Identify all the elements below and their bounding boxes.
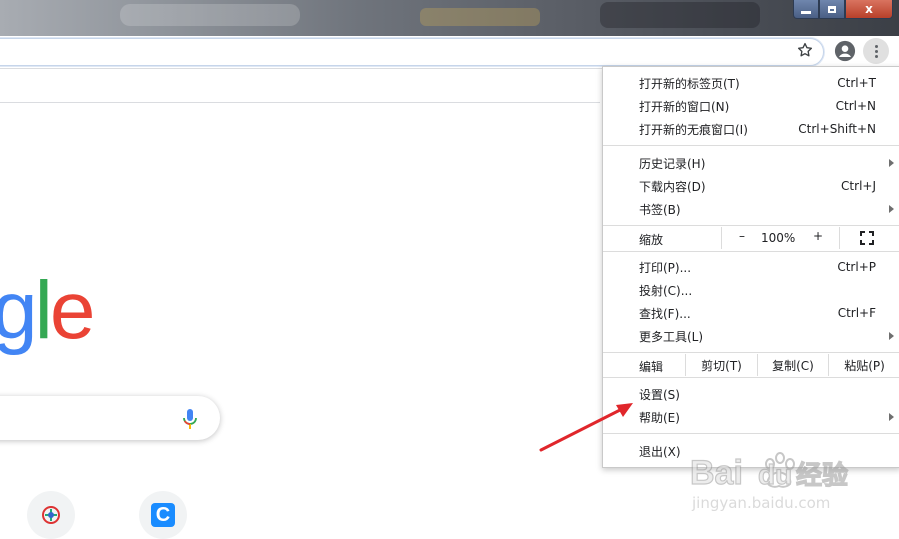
bookmark-bar-divider (0, 102, 600, 103)
kebab-dot (874, 49, 878, 53)
menu-edit-row: 编辑 剪切(T) 复制(C) 粘贴(P) (603, 354, 899, 376)
edit-label: 编辑 (639, 360, 664, 374)
zoom-level: 100% (761, 231, 796, 245)
menu-item-label: 更多工具(L) (639, 329, 704, 344)
wallpaper-blur (600, 2, 760, 28)
menu-item-shortcut: Ctrl+P (837, 260, 876, 274)
menu-item-print[interactable]: 打印(P)... Ctrl+P (603, 256, 899, 278)
menu-item-label: 投射(C)... (639, 283, 693, 298)
menu-item-shortcut: Ctrl+F (837, 306, 876, 320)
chevron-right-icon (889, 332, 894, 340)
zoom-label: 缩放 (639, 233, 664, 247)
menu-zoom-row: 缩放 – 100% + (603, 227, 899, 249)
logo-letter-g: g (0, 265, 38, 356)
menu-item-find[interactable]: 查找(F)... Ctrl+F (603, 302, 899, 324)
shortcut-tile[interactable]: C (139, 491, 187, 539)
menu-separator (603, 251, 899, 252)
menu-separator (603, 433, 899, 434)
menu-item-shortcut: Ctrl+N (835, 99, 876, 113)
menu-item-more-tools[interactable]: 更多工具(L) (603, 325, 899, 347)
menu-item-new-window[interactable]: 打开新的窗口(N) Ctrl+N (603, 95, 899, 117)
close-button[interactable]: x (845, 0, 893, 19)
menu-item-history[interactable]: 历史记录(H) (603, 152, 899, 174)
menu-item-label: 下载内容(D) (639, 179, 706, 194)
menu-separator (603, 377, 899, 378)
menu-item-new-incognito[interactable]: 打开新的无痕窗口(I) Ctrl+Shift+N (603, 118, 899, 140)
menu-item-label: 查找(F)... (639, 306, 691, 321)
annotation-arrow (539, 403, 633, 452)
chrome-menu-button[interactable] (863, 38, 889, 64)
chevron-right-icon (889, 159, 894, 167)
logo-letter-e: e (49, 265, 96, 356)
copy-label: 复制(C) (772, 358, 814, 373)
cut-label: 剪切(T) (701, 358, 742, 373)
site-favicon-icon: C (151, 503, 175, 527)
menu-item-cast[interactable]: 投射(C)... (603, 279, 899, 301)
minimize-button[interactable] (793, 0, 819, 19)
paste-button[interactable]: 粘贴(P) (828, 354, 899, 376)
browser-toolbar (0, 36, 899, 69)
chevron-right-icon (889, 205, 894, 213)
menu-item-shortcut: Ctrl+T (837, 76, 876, 90)
menu-item-label: 退出(X) (639, 444, 681, 459)
close-icon: x (865, 2, 873, 16)
copy-button[interactable]: 复制(C) (757, 354, 828, 376)
menu-item-settings[interactable]: 设置(S) (603, 383, 899, 405)
star-icon[interactable] (796, 41, 814, 59)
menu-item-shortcut: Ctrl+J (841, 179, 876, 193)
cut-button[interactable]: 剪切(T) (685, 354, 757, 376)
wallpaper-blur (120, 4, 300, 26)
menu-separator (603, 145, 899, 146)
site-favicon-icon (42, 506, 60, 524)
menu-separator (603, 352, 899, 353)
chrome-main-menu: 打开新的标签页(T) Ctrl+T 打开新的窗口(N) Ctrl+N 打开新的无痕窗… (602, 66, 899, 468)
zoom-out-button[interactable]: – (735, 229, 749, 243)
kebab-dot (874, 54, 878, 58)
menu-item-label: 打开新的标签页(T) (639, 76, 740, 91)
address-bar[interactable] (0, 38, 824, 66)
menu-item-label: 打开新的窗口(N) (639, 99, 730, 114)
menu-item-label: 打开新的无痕窗口(I) (639, 122, 748, 137)
zoom-in-button[interactable]: + (811, 229, 825, 243)
menu-item-downloads[interactable]: 下载内容(D) Ctrl+J (603, 175, 899, 197)
menu-item-label: 历史记录(H) (639, 156, 706, 171)
window-titlebar: x (0, 0, 899, 36)
menu-item-label: 书签(B) (639, 202, 681, 217)
paste-label: 粘贴(P) (844, 358, 885, 373)
fullscreen-icon[interactable] (860, 231, 874, 245)
minimize-icon (801, 10, 811, 14)
menu-item-shortcut: Ctrl+Shift+N (798, 122, 876, 136)
logo-letter-l: l (34, 265, 53, 356)
restore-button[interactable] (819, 0, 845, 19)
zoom-divider (839, 227, 840, 249)
menu-separator (603, 225, 899, 226)
mic-icon[interactable] (182, 408, 198, 430)
watermark-suffix: 经验 (796, 460, 848, 491)
chevron-right-icon (889, 413, 894, 421)
restore-icon (828, 5, 836, 13)
menu-item-label: 打印(P)... (639, 260, 692, 275)
wallpaper-blur (420, 8, 540, 26)
menu-item-label: 帮助(E) (639, 410, 680, 425)
shortcut-tile[interactable] (27, 491, 75, 539)
watermark-brand: Bai (690, 454, 743, 492)
baidu-logo-icon: Bai du 经验 jingyan.baidu.com (689, 452, 849, 512)
kebab-dot (874, 44, 878, 48)
watermark-brand-2: du (758, 459, 792, 490)
zoom-divider (721, 227, 722, 249)
menu-item-new-tab[interactable]: 打开新的标签页(T) Ctrl+T (603, 72, 899, 94)
menu-item-help[interactable]: 帮助(E) (603, 406, 899, 428)
menu-item-bookmarks[interactable]: 书签(B) (603, 198, 899, 220)
google-logo: gle (0, 270, 95, 352)
baidu-watermark: Bai du 经验 jingyan.baidu.com (689, 446, 860, 516)
menu-item-label: 设置(S) (639, 387, 680, 402)
window-controls: x (793, 0, 893, 20)
watermark-url: jingyan.baidu.com (691, 494, 830, 512)
account-icon[interactable] (834, 40, 856, 62)
